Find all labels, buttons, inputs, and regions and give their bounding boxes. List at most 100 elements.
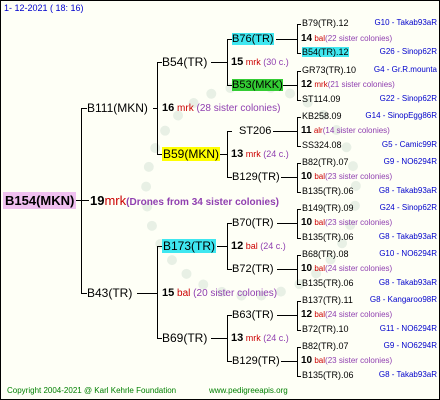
gen4-code-1: G10 - Takab93aR — [374, 18, 437, 27]
gen4-code-12: G8 - Takab93aR — [378, 278, 437, 287]
gen3-note-2: (21 sister colonies) — [327, 80, 395, 89]
gen2-node-2: B59(MKN) — [162, 147, 221, 161]
gen3-node-1: B76(TR) — [232, 33, 274, 45]
gen3-node-4: B129(TR) — [232, 171, 280, 183]
root-code: mrk — [104, 193, 127, 208]
gen4-node-11: B68(TR).08 — [302, 249, 349, 259]
gen2-code-2: mrk — [245, 149, 261, 159]
gen2-note-3: (24 c.) — [260, 241, 286, 251]
gen3-note-1: (22 sister colonies) — [325, 34, 393, 43]
gen4-code-6: G5 - Camic99R — [381, 140, 437, 149]
gen2-code-3: bal — [245, 241, 258, 251]
gen4-name-7: B82(TR).07 — [302, 157, 349, 167]
gen4-code-15: G9 - NO6294R — [383, 341, 437, 350]
gen4-code-5: G14 - SinopEgg86R — [365, 111, 437, 120]
root-num: 19 — [90, 193, 105, 208]
root-queen: B154(MKN) — [3, 192, 77, 209]
gen4-node-16: B135(TR).06 — [302, 370, 354, 380]
gen4-node-12: B135(TR).06 — [302, 278, 354, 288]
gen2-node-1: B54(TR) — [162, 55, 208, 69]
gen4-name-12: B135(TR).06 — [302, 278, 354, 288]
gen3-code-2: mrk — [314, 80, 328, 89]
gen3-info-6: 10 bal(24 sister colonies) — [301, 263, 392, 274]
gen3-note-3: (14 sister colonies) — [322, 126, 390, 135]
gen4-name-14: B72(TR).10 — [302, 324, 349, 334]
gen1-node-dam-line: B43(TR) — [87, 286, 133, 300]
gen2-num-3: 12 — [231, 240, 244, 252]
gen4-code-13: G8 - Kangaroo98R — [369, 295, 437, 304]
gen1-code-a: mrk — [177, 103, 194, 114]
gen4-name-16: B135(TR).06 — [302, 370, 354, 380]
gen3-num-8: 10 — [301, 355, 313, 366]
gen3-note-6: (24 sister colonies) — [325, 264, 393, 273]
gen4-name-5: KB258.09 — [302, 111, 342, 121]
gen3-info-4: 10 bal(23 sister colonies) — [301, 171, 392, 182]
gen4-name-9: B149(TR).09 — [302, 203, 354, 213]
gen4-code-4: G22 - Sinop62R — [379, 94, 437, 103]
gen4-name-11: B68(TR).08 — [302, 249, 349, 259]
gen4-node-10: B135(TR).06 — [302, 232, 354, 242]
gen3-info-2: 12 mrk(21 sister colonies) — [301, 79, 395, 90]
gen2-node-3: B173(TR) — [162, 239, 217, 253]
gen4-node-4: ST114.09 — [302, 94, 340, 104]
gen4-code-14: G11 - NO6294R — [379, 324, 437, 333]
gen4-node-15: B82(TR).07 — [302, 341, 349, 351]
gen3-info-8: 10 bal(23 sister colonies) — [301, 355, 392, 366]
gen2-num-4: 13 — [231, 332, 244, 344]
gen4-node-14: B72(TR).10 — [302, 324, 349, 334]
gen2-code-1: mrk — [245, 57, 261, 67]
gen3-num-3: 11 — [301, 125, 312, 136]
gen4-node-7: B82(TR).07 — [302, 157, 349, 167]
root-note: (Drones from 34 sister colonies) — [126, 197, 279, 208]
footer-site-link[interactable]: www.pedigreeapis.org — [209, 386, 288, 395]
gen4-name-15: B82(TR).07 — [302, 341, 349, 351]
root-mating-info: 19mrk(Drones from 34 sister colonies) — [90, 193, 279, 208]
gen4-code-9: G24 - Sinop62R — [379, 203, 437, 212]
gen3-info-5: 10 bal(23 sister colonies) — [301, 217, 392, 228]
gen2-code-4: mrk — [245, 333, 261, 343]
gen3-info-3: 11 alr(14 sister colonies) — [301, 125, 390, 136]
gen2-note-2: (24 c.) — [263, 149, 289, 159]
gen1-info-b: 15 bal (20 sister colonies) — [162, 287, 277, 299]
gen4-name-4: ST114.09 — [302, 94, 341, 104]
gen2-note-1: (30 c.) — [263, 57, 289, 67]
gen4-node-3: GR73(TR).10 — [302, 65, 356, 75]
gen3-num-2: 12 — [301, 79, 313, 90]
gen4-code-2: G26 - Sinop62R — [379, 47, 437, 56]
gen1-note-a: (28 sister colonies) — [196, 103, 281, 114]
gen4-name-8: B135(TR).06 — [302, 186, 354, 196]
gen3-node-7: B63(TR) — [232, 309, 274, 321]
gen3-code-8: bal — [314, 356, 326, 365]
gen2-info-2: 13 mrk (24 c.) — [231, 148, 289, 160]
gen3-node-5: B70(TR) — [232, 217, 274, 229]
gen4-node-1: B79(TR).12 — [302, 18, 349, 28]
gen1-code-b: bal — [177, 288, 191, 299]
gen4-node-13: B137(TR).11 — [302, 295, 353, 305]
gen3-node-3: ST206 — [239, 125, 272, 137]
gen3-info-7: 12 bal(24 sister colonies) — [301, 309, 392, 320]
pedigree-frame: 1- 12-2021 ( 18: 16) B154(MKN) 19mrk(Dro… — [0, 0, 440, 400]
gen3-note-8: (23 sister colonies) — [325, 356, 393, 365]
gen3-code-5: bal — [314, 218, 326, 227]
gen1-node-sire-line: B111(MKN) — [87, 101, 148, 115]
gen4-name-3: GR73(TR).10 — [302, 65, 357, 75]
gen3-code-4: bal — [314, 172, 326, 181]
gen2-num-2: 13 — [231, 148, 244, 160]
gen4-node-2: B54(TR).12 — [302, 47, 349, 57]
gen4-node-5: KB258.09 — [302, 111, 342, 121]
gen4-code-7: G9 - NO6294R — [383, 157, 437, 166]
gen2-num-1: 15 — [231, 56, 244, 68]
gen3-code-6: bal — [314, 264, 326, 273]
gen4-code-3: G4 - Gr.R.mounta — [373, 65, 437, 74]
gen3-code-7: bal — [314, 310, 326, 319]
gen4-code-8: G8 - Takab93aR — [378, 186, 437, 195]
gen3-info-1: 14 bal(22 sister colonies) — [301, 33, 392, 44]
gen4-node-8: B135(TR).06 — [302, 186, 354, 196]
gen2-node-4: B69(TR) — [162, 331, 208, 345]
gen4-node-9: B149(TR).09 — [302, 203, 354, 213]
gen1-num-a: 16 — [162, 102, 175, 114]
footer-copyright: Copyright 2004-2021 @ Karl Kehrle Founda… — [7, 386, 177, 395]
gen1-info-a: 16 mrk (28 sister colonies) — [162, 102, 280, 114]
gen4-name-1: B79(TR).12 — [302, 18, 349, 28]
gen2-note-4: (24 c.) — [263, 333, 289, 343]
